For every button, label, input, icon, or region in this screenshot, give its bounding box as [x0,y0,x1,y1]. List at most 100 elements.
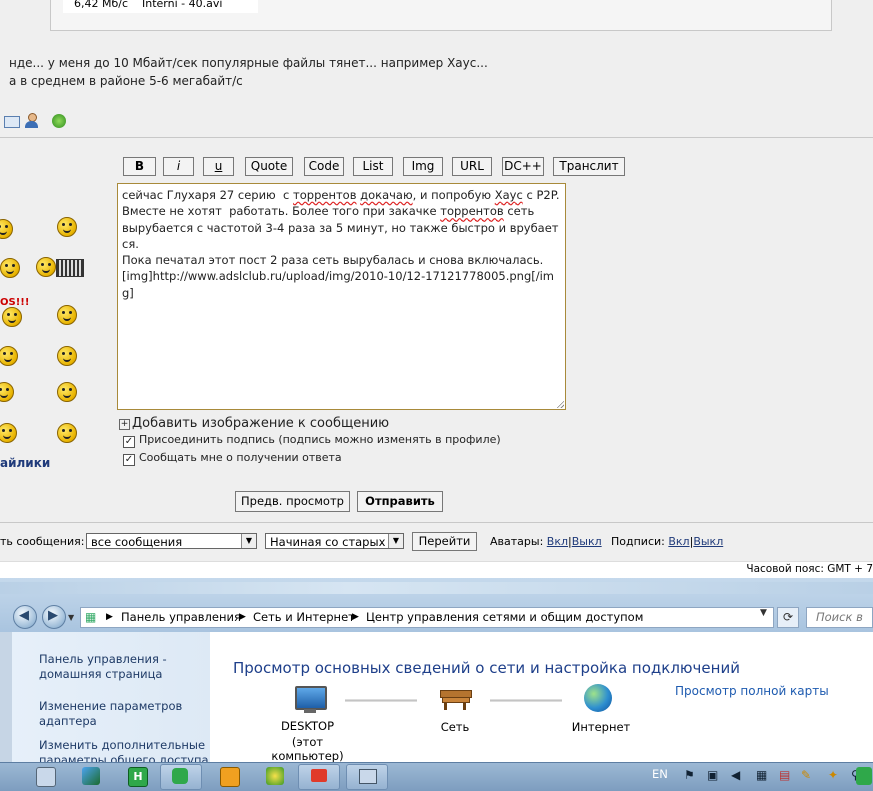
breadcrumb-item[interactable]: Панель управления [121,608,241,627]
avatars-on-link[interactable]: Вкл [547,535,568,548]
butterfly-icon[interactable] [266,767,284,785]
printer-icon[interactable]: ▤ [779,768,790,782]
icq-flower-icon[interactable] [52,114,66,128]
translit-button[interactable]: Транслит [553,157,625,176]
language-indicator[interactable]: EN [652,767,668,781]
profile-card-icon[interactable] [4,116,20,128]
window-titlebar[interactable] [0,582,873,594]
refresh-button[interactable]: ⟳ [777,607,799,628]
smiley-icon[interactable] [0,258,20,278]
smiley-icon[interactable] [57,346,77,366]
search-input[interactable]: Поиск в [806,607,873,628]
taskbar-button[interactable] [298,764,340,790]
smiley-icon[interactable] [57,217,77,237]
network-tray-icon[interactable]: ▦ [756,768,767,782]
address-bar[interactable]: ▦ ▶ Панель управления ▶ Сеть и Интернет … [80,607,774,628]
bold-button[interactable]: B [123,157,156,176]
signatures-toggle: Подписи: Вкл|Выкл [611,535,723,548]
smiley-icon[interactable] [57,423,77,443]
nav-link-adapter[interactable]: Изменение параметров адаптера [39,699,182,729]
smilies-more-link[interactable]: айлики [0,456,50,470]
add-image-link[interactable]: + Добавить изображение к сообщению [119,416,389,431]
divider [0,137,873,138]
code-button[interactable]: Code [304,157,344,176]
network-label: Сеть [440,720,470,734]
taskbar-button[interactable] [346,764,388,790]
connection-line [490,699,562,702]
volume-icon[interactable]: ◀ [731,768,740,782]
nav-link-home[interactable]: Панель управления - домашняя страница [39,652,167,682]
smiley-icon[interactable] [57,382,77,402]
app-taskbar-icon[interactable] [82,767,100,785]
list-button[interactable]: List [353,157,393,176]
network-window-icon [359,769,377,784]
device-icon[interactable]: ▣ [707,768,718,782]
select-value: Начиная со старых [270,535,386,549]
back-button[interactable]: ◀ [13,605,37,629]
taskbar-button-active[interactable] [160,764,202,790]
order-select[interactable]: Начиная со старых ▼ [265,533,404,549]
filter-select[interactable]: все сообщения ▼ [86,533,257,549]
go-button[interactable]: Перейти [412,532,477,551]
signatures-off-link[interactable]: Выкл [693,535,723,548]
smiley-icon[interactable] [2,307,22,327]
dc-button[interactable]: DC++ [502,157,544,176]
attach-signature-row[interactable]: ✓ Присоединить подпись (подпись можно изм… [123,433,501,448]
timezone-text: Часовой пояс: GMT + 7 [746,563,873,575]
refresh-icon: ⟳ [782,610,794,624]
computer-icon[interactable] [295,686,327,710]
breadcrumb-arrow-icon: ▶ [106,612,113,622]
preview-button[interactable]: Предв. просмотр [235,491,350,512]
media-player-icon[interactable] [220,767,240,787]
post-line: а в среднем в районе 5-6 мегабайт/с [9,74,243,88]
full-map-link[interactable]: Просмотр полной карты [675,684,829,698]
quote-row: 6,42 Мб/с Interni - 40.avi [63,0,258,13]
breadcrumb-arrow-icon: ▶ [352,612,359,622]
view-options-label: ть сообщения: [0,535,85,548]
c-app-icon [172,768,188,784]
flag-icon[interactable]: ⚑ [684,768,695,782]
quote-file: Interni - 40.avi [142,0,223,10]
resize-grip-icon[interactable] [556,400,564,408]
breadcrumb-arrow-icon: ▶ [239,612,246,622]
quote-button[interactable]: Quote [245,157,293,176]
tool-icon[interactable]: ✎ [801,768,811,782]
submit-button[interactable]: Отправить [357,491,443,512]
computer-sublabel: (этот компьютер) [271,735,344,763]
underline-button[interactable]: u [203,157,234,176]
computer-taskbar-icon[interactable] [36,767,56,787]
checkbox-label: Сообщать мне о получении ответа [139,451,342,464]
user-icon[interactable] [24,113,38,128]
chevron-down-icon: ▼ [388,534,403,548]
editor-line: Пока печатал этот пост 2 раза сеть выруб… [122,253,544,268]
italic-button[interactable]: i [163,157,194,176]
editor-line: сейчас Глухаря 27 серию с торрентов дока… [122,188,560,202]
notify-reply-row[interactable]: ✓ Сообщать мне о получении ответа [123,451,342,466]
page-title: Просмотр основных сведений о сети и наст… [233,659,740,677]
checkbox-checked[interactable]: ✓ [123,454,135,466]
smiley-icon[interactable] [57,305,77,325]
nav-pane-edge [0,632,12,762]
h-app-icon[interactable]: H [128,767,148,787]
globe-icon[interactable] [584,684,612,712]
checkbox-label: Присоединить подпись (подпись можно изме… [139,433,501,446]
editor-line: [img]http://www.adslclub.ru/upload/img/2… [122,269,555,300]
c-tray-icon[interactable] [856,767,872,785]
accordion-icon [56,259,84,277]
forward-button[interactable]: ▶ [42,605,66,629]
avatars-off-link[interactable]: Выкл [572,535,602,548]
avatars-label: Аватары: [490,535,544,548]
wrench-icon[interactable]: ✦ [828,768,838,782]
address-dropdown-icon[interactable]: ▼ [760,608,767,618]
signatures-on-link[interactable]: Вкл [668,535,689,548]
computer-stand [304,709,316,713]
smiley-accordion-icon[interactable] [36,257,56,277]
breadcrumb-item[interactable]: Центр управления сетями и общим доступом [366,608,643,627]
connection-line [345,699,417,702]
url-button[interactable]: URL [452,157,492,176]
history-dropdown-icon[interactable]: ▼ [68,613,74,622]
checkbox-checked[interactable]: ✓ [123,436,135,448]
message-textarea[interactable]: сейчас Глухаря 27 серию с торрентов дока… [117,183,566,410]
img-button[interactable]: Img [403,157,443,176]
breadcrumb-item[interactable]: Сеть и Интернет [253,608,355,627]
